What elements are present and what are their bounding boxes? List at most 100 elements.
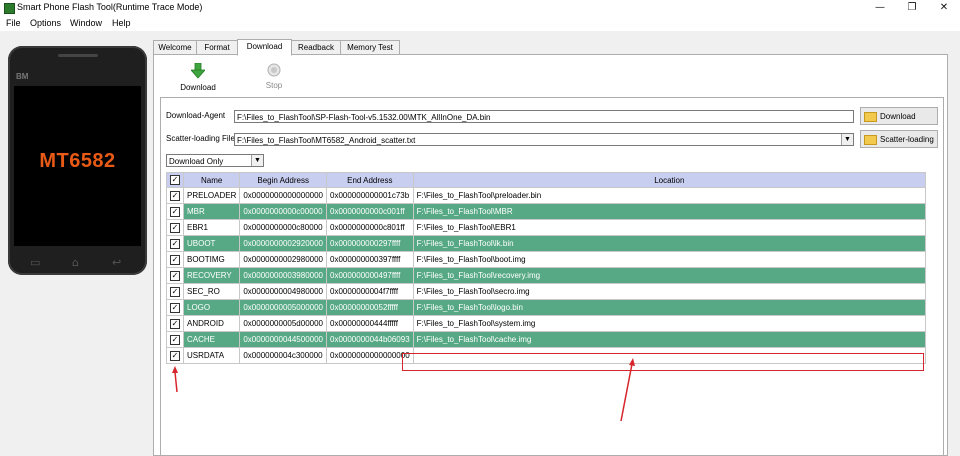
table-row[interactable]: ✓ ANDROID 0x0000000005d00000 0x00000000444f…	[166, 315, 927, 332]
column-name[interactable]: Name	[182, 172, 241, 188]
partition-table: ✓ Name Begin Address End Address Locatio…	[166, 172, 927, 364]
row-checkbox-cell[interactable]: ✓	[166, 331, 184, 348]
table-row[interactable]: ✓ PRELOADER 0x0000000000000000 0x0000000000…	[166, 187, 927, 204]
location-cell[interactable]: F:\Files_to_FlashTool\secro.img	[412, 283, 927, 300]
partition-table-body: ✓ PRELOADER 0x0000000000000000 0x0000000000…	[166, 187, 927, 364]
tab-format[interactable]: Format	[196, 40, 238, 55]
download-label: Download	[180, 83, 216, 92]
row-checkbox-cell[interactable]: ✓	[166, 347, 184, 364]
row-checkbox-cell[interactable]: ✓	[166, 219, 184, 236]
begin-address-cell: 0x0000000002920000	[239, 235, 327, 252]
tab-welcome[interactable]: Welcome	[153, 40, 197, 55]
location-cell[interactable]: F:\Files_to_FlashTool\preloader.bin	[412, 187, 927, 204]
empty-location-highlight	[402, 353, 924, 371]
location-cell[interactable]: F:\Files_to_FlashTool\lk.bin	[412, 235, 927, 252]
scatter-file-combo[interactable]: F:\Files_to_FlashTool\MT6582_Android_sca…	[234, 133, 854, 146]
scatter-loading-button[interactable]: Scatter-loading	[860, 130, 938, 148]
download-agent-button[interactable]: Download Agent	[860, 107, 938, 139]
download-tool-button[interactable]: Download	[176, 62, 220, 92]
location-cell[interactable]: F:\Files_to_FlashTool\cache.img	[412, 331, 927, 348]
download-mode-value: Download Only	[169, 157, 224, 166]
location-cell[interactable]: F:\Files_to_FlashTool\EBR1	[412, 219, 927, 236]
row-checkbox-cell[interactable]: ✓	[166, 187, 184, 204]
row-checkbox-cell[interactable]: ✓	[166, 267, 184, 284]
row-checkbox-cell[interactable]: ✓	[166, 299, 184, 316]
column-location[interactable]: Location	[412, 172, 927, 188]
checkbox-checked-icon[interactable]: ✓	[170, 270, 180, 281]
row-checkbox-cell[interactable]: ✓	[166, 283, 184, 300]
partition-name-cell: USRDATA	[182, 347, 241, 364]
table-row[interactable]: ✓ EBR1 0x0000000000c80000 0x0000000000c801f…	[166, 219, 927, 236]
scatter-file-value: F:\Files_to_FlashTool\MT6582_Android_sca…	[237, 136, 416, 145]
scatter-loading-button-label: Scatter-loading	[880, 135, 934, 144]
select-all-header[interactable]: ✓	[166, 172, 184, 188]
checkbox-checked-icon[interactable]: ✓	[170, 302, 180, 313]
checkbox-checked-icon[interactable]: ✓	[170, 175, 180, 185]
end-address-cell: 0x00000000052fffff	[326, 299, 414, 316]
minimize-button[interactable]: —	[864, 0, 896, 16]
home-key-icon: ⌂	[72, 256, 79, 269]
menu-options[interactable]: Options	[30, 18, 61, 28]
chevron-down-icon[interactable]: ▼	[251, 155, 263, 166]
row-checkbox-cell[interactable]: ✓	[166, 315, 184, 332]
table-row[interactable]: ✓ UBOOT 0x0000000002920000 0x000000000297ff…	[166, 235, 927, 252]
checkbox-checked-icon[interactable]: ✓	[170, 334, 180, 345]
menu-file[interactable]: File	[6, 18, 21, 28]
table-header-row: ✓ Name Begin Address End Address Locatio…	[166, 172, 927, 188]
menu-key-icon: ▭	[30, 256, 41, 269]
folder-icon	[864, 134, 877, 145]
row-checkbox-cell[interactable]: ✓	[166, 235, 184, 252]
checkbox-checked-icon[interactable]: ✓	[170, 350, 180, 361]
download-mode-select[interactable]: Download Only ▼	[166, 154, 264, 167]
location-cell[interactable]: F:\Files_to_FlashTool\system.img	[412, 315, 927, 332]
begin-address-cell: 0x0000000000000000	[239, 187, 327, 204]
table-row[interactable]: ✓ MBR 0x0000000000c00000 0x0000000000c001ff…	[166, 203, 927, 220]
stop-tool-button[interactable]: Stop	[256, 63, 292, 90]
close-button[interactable]: ✕	[928, 0, 960, 16]
checkbox-checked-icon[interactable]: ✓	[170, 206, 180, 217]
row-checkbox-cell[interactable]: ✓	[166, 251, 184, 268]
begin-address-cell: 0x0000000002980000	[239, 251, 327, 268]
phone-image: BM MT6582 ▭ ⌂ ↩	[8, 46, 147, 275]
partition-name-cell: MBR	[182, 203, 241, 220]
table-row[interactable]: ✓ RECOVERY 0x0000000003980000 0x00000000049…	[166, 267, 927, 284]
checkbox-checked-icon[interactable]: ✓	[170, 222, 180, 233]
tab-readback[interactable]: Readback	[291, 40, 341, 55]
table-row[interactable]: ✓ LOGO 0x0000000005000000 0x00000000052ffff…	[166, 299, 927, 316]
stop-icon	[267, 63, 281, 77]
table-row[interactable]: ✓ SEC_RO 0x0000000004980000 0x0000000004f7f…	[166, 283, 927, 300]
location-cell[interactable]: F:\Files_to_FlashTool\MBR	[412, 203, 927, 220]
partition-name-cell: SEC_RO	[182, 283, 241, 300]
menu-window[interactable]: Window	[70, 18, 102, 28]
checkbox-checked-icon[interactable]: ✓	[170, 190, 180, 201]
location-cell[interactable]: F:\Files_to_FlashTool\logo.bin	[412, 299, 927, 316]
menu-help[interactable]: Help	[112, 18, 131, 28]
checkbox-checked-icon[interactable]: ✓	[170, 238, 180, 249]
tab-download[interactable]: Download	[237, 39, 292, 56]
begin-address-cell: 0x0000000005d00000	[239, 315, 327, 332]
download-agent-field[interactable]: F:\Files_to_FlashTool\SP-Flash-Tool-v5.1…	[234, 110, 854, 123]
end-address-cell: 0x000000000001c73b	[326, 187, 414, 204]
begin-address-cell: 0x0000000004980000	[239, 283, 327, 300]
scatter-label: Scatter-loading File	[166, 134, 235, 143]
tab-memory-test[interactable]: Memory Test	[340, 40, 400, 55]
window-title: Smart Phone Flash Tool(Runtime Trace Mod…	[17, 2, 203, 12]
app-icon	[4, 3, 15, 14]
table-row[interactable]: ✓ BOOTIMG 0x0000000002980000 0x000000000397…	[166, 251, 927, 268]
row-checkbox-cell[interactable]: ✓	[166, 203, 184, 220]
begin-address-cell: 0x0000000000c80000	[239, 219, 327, 236]
end-address-cell: 0x0000000044b06093	[326, 331, 414, 348]
checkbox-checked-icon[interactable]: ✓	[170, 254, 180, 265]
column-end-address[interactable]: End Address	[326, 172, 414, 188]
restore-button[interactable]: ❐	[896, 0, 928, 16]
checkbox-checked-icon[interactable]: ✓	[170, 318, 180, 329]
column-begin-address[interactable]: Begin Address	[239, 172, 327, 188]
checkbox-checked-icon[interactable]: ✓	[170, 286, 180, 297]
location-cell[interactable]: F:\Files_to_FlashTool\boot.img	[412, 251, 927, 268]
folder-icon	[864, 111, 877, 122]
table-row[interactable]: ✓ CACHE 0x0000000044500000 0x0000000044b060…	[166, 331, 927, 348]
title-bar: Smart Phone Flash Tool(Runtime Trace Mod…	[0, 0, 960, 17]
begin-address-cell: 0x000000004c300000	[239, 347, 327, 364]
location-cell[interactable]: F:\Files_to_FlashTool\recovery.img	[412, 267, 927, 284]
chevron-down-icon[interactable]: ▼	[841, 134, 853, 145]
